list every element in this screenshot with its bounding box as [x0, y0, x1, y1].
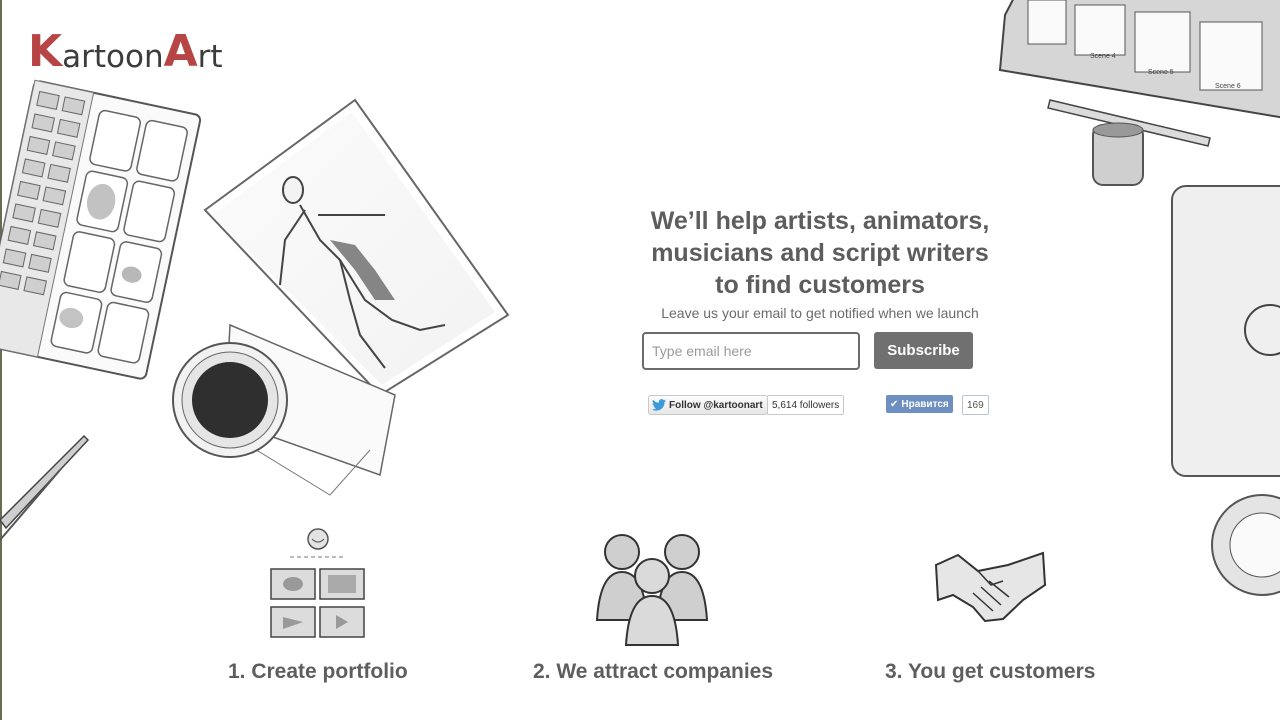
brush-icon [0, 434, 90, 541]
twitter-follow-label: Follow @kartoonart [669, 399, 763, 411]
paint-palette-icon [0, 79, 202, 380]
svg-text:Scene 5: Scene 5 [1148, 69, 1174, 76]
svg-text:Scene 6: Scene 6 [1215, 83, 1241, 90]
hero-section: We’ll help artists, animators, musicians… [620, 205, 1020, 321]
hero-subline: Leave us your email to get notified when… [661, 305, 979, 321]
vk-like-label: Нравится [901, 398, 949, 410]
storyboard-strip-icon: Scene 4 Scene 5 Scene 6 [998, 0, 1280, 119]
pen-icon [1047, 99, 1211, 186]
svg-text:Scene 4: Scene 4 [1090, 53, 1116, 60]
vk-like-button[interactable]: ✔ Нравится [886, 395, 953, 413]
drawing-tablet-icon [1171, 185, 1280, 596]
step-1-label: 1. Create portfolio [228, 660, 408, 683]
headline-line-3: to find customers [715, 271, 925, 299]
twitter-follower-count: 5,614 followers [767, 395, 845, 415]
headline-line-2: musicians and script writers [651, 239, 989, 267]
subscribe-button[interactable]: Subscribe [874, 332, 973, 369]
people-icon [595, 534, 709, 646]
checkmark-icon: ✔ [890, 398, 899, 410]
twitter-bird-icon [652, 399, 666, 411]
email-input[interactable] [642, 332, 860, 370]
portfolio-icon [270, 528, 365, 638]
hero-headline: We’ll help artists, animators, musicians… [620, 205, 1020, 301]
vk-like-count: 169 [962, 395, 989, 415]
headline-line-1: We’ll help artists, animators, [650, 207, 990, 235]
handshake-icon [934, 551, 1047, 623]
step-2-label: 2. We attract companies [533, 660, 774, 683]
step-3-label: 3. You get customers [885, 660, 1096, 683]
twitter-follow-button[interactable]: Follow @kartoonart [648, 395, 768, 415]
